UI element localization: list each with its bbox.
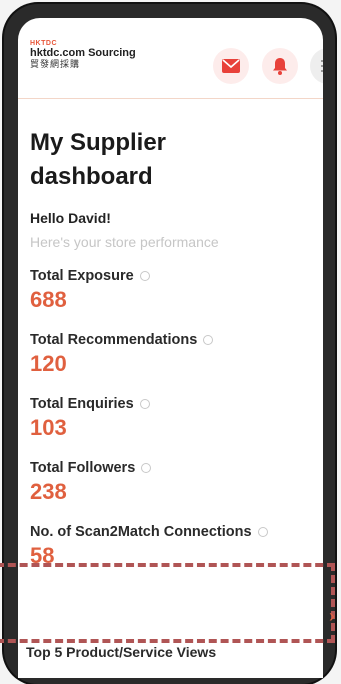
info-icon[interactable]: [257, 527, 268, 537]
metric-label: Total Exposure: [30, 268, 134, 284]
info-icon[interactable]: [203, 335, 214, 345]
hktdc-logo[interactable]: HKTDC hktdc.com Sourcing 貿發網採購: [30, 40, 136, 70]
greeting-text: Hello David!: [30, 210, 111, 226]
highlight-dashed-box: [0, 563, 335, 643]
page-title: My Supplier dashboard: [30, 126, 320, 194]
page-title-line2: dashboard: [30, 163, 153, 190]
metric-label: Total Enquiries: [30, 396, 134, 412]
top-5-views-heading: Top 5 Product/Service Views: [26, 644, 217, 660]
metric-label: Total Followers: [30, 460, 136, 476]
page-title-line1: My Supplier: [30, 129, 167, 156]
subtitle-text: Here's your store performance: [30, 234, 219, 250]
logo-site-name-cn: 貿發網採購: [30, 59, 81, 69]
mail-button[interactable]: [213, 48, 249, 84]
bell-icon: [273, 58, 287, 75]
menu-icon: [321, 60, 323, 72]
menu-button[interactable]: [310, 48, 323, 84]
info-icon[interactable]: [139, 399, 150, 409]
metric-value: 688: [30, 287, 67, 312]
metric-total-enquiries: Total Enquiries 103: [30, 396, 320, 442]
metric-value: 238: [30, 479, 67, 504]
notification-button[interactable]: [262, 48, 298, 84]
dashboard-content: My Supplier dashboard Hello David! Here'…: [30, 126, 320, 570]
metric-total-exposure: Total Exposure 688: [30, 268, 320, 314]
logo-site-name: hktdc.com Sourcing: [30, 47, 136, 59]
chevron-right-icon[interactable]: ›: [329, 606, 335, 627]
mail-icon: [222, 59, 240, 73]
metric-total-followers: Total Followers 238: [30, 460, 320, 506]
metric-label: Total Recommendations: [30, 332, 198, 348]
info-icon[interactable]: [139, 271, 150, 281]
app-header: HKTDC hktdc.com Sourcing 貿發網採購: [18, 18, 323, 99]
metric-label: No. of Scan2Match Connections: [30, 524, 252, 540]
info-icon[interactable]: [141, 463, 152, 473]
logo-brand: HKTDC: [30, 40, 57, 47]
metric-total-recommendations: Total Recommendations 120: [30, 332, 320, 378]
metric-value: 120: [30, 351, 67, 376]
metric-value: 103: [30, 415, 67, 440]
